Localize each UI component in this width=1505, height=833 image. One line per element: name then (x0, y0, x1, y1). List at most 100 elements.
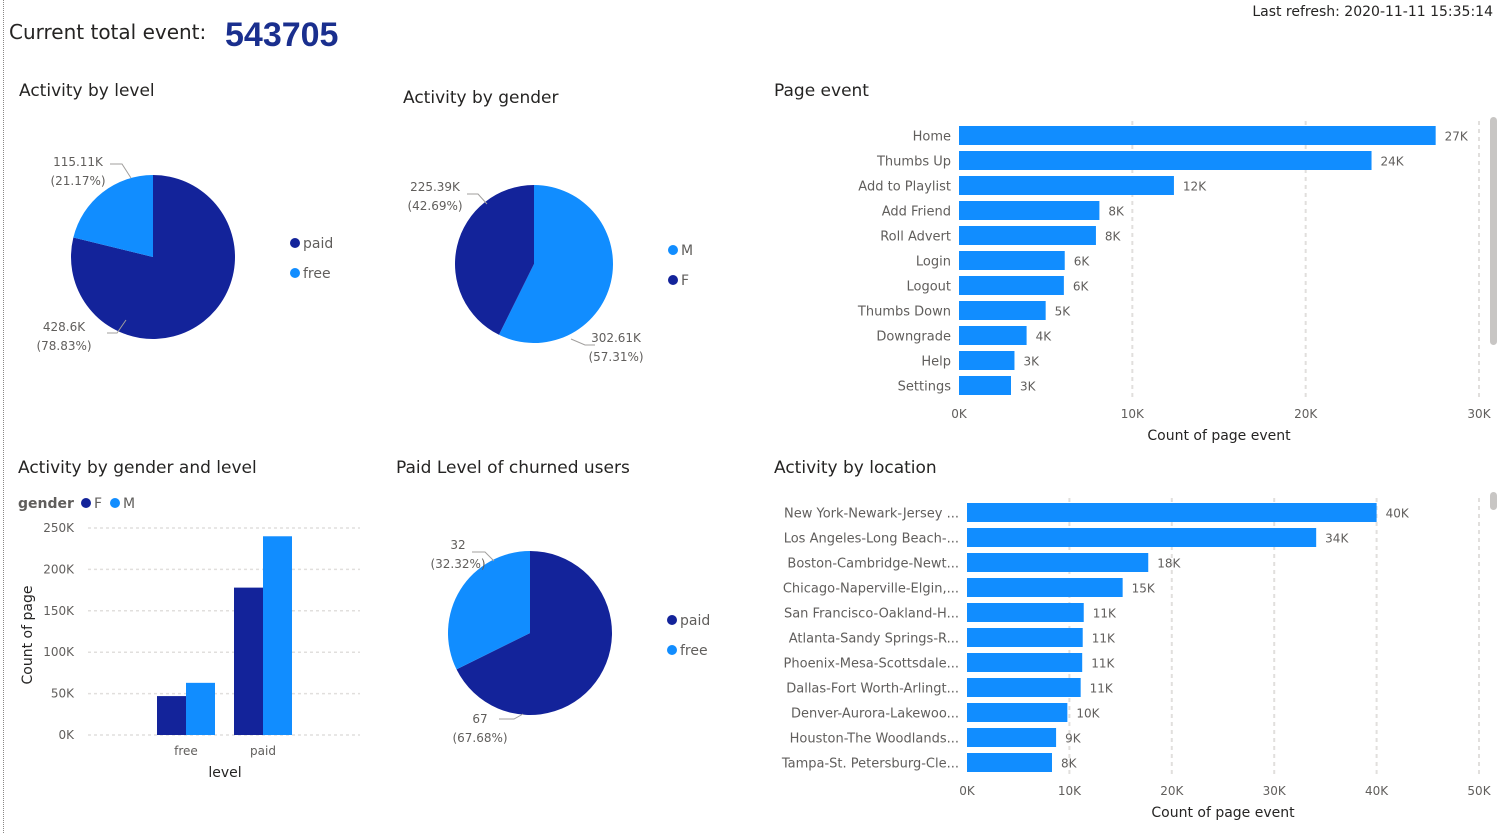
bar-7 (967, 678, 1081, 697)
bar-2 (967, 553, 1149, 572)
bar-1 (959, 151, 1372, 170)
category-label: Atlanta-Sandy Springs-R... (789, 632, 959, 647)
data-label: 4K (1036, 330, 1053, 344)
bar-chart-location: 0K 10K 20K 30K 40K 50K Count of page event New … (781, 498, 1492, 821)
bar-8 (967, 703, 1068, 722)
data-label-percent: (21.17%) (50, 174, 105, 188)
leader-line (499, 713, 524, 720)
data-label: 18K (1157, 557, 1181, 571)
category-label: Denver-Aurora-Lakewoo... (791, 707, 959, 722)
pie-chart-churned: 67 (67.68%) 32 (32.32%) paid free (430, 538, 710, 745)
data-label: 8K (1108, 205, 1125, 219)
category-label: Chicago-Naperville-Elgin,... (783, 582, 959, 597)
x-axis-title: level (208, 765, 241, 781)
leader-line (467, 193, 488, 205)
visual-page-event[interactable]: Page event 0K 10K 20K 30K Count of page even… (765, 75, 1500, 455)
kpi-label: Current total event: (9, 20, 207, 44)
y-tick-label: 200K (43, 562, 75, 576)
visual-activity-by-location[interactable]: Activity by location 0K 10K 20K 30K 40K 50K Co… (765, 452, 1500, 832)
data-label: 8K (1105, 230, 1122, 244)
pie-chart-level: 428.6K (78.83%) 115.11K (21.17%) paid free (36, 155, 333, 353)
x-axis-title: Count of page event (1151, 805, 1295, 821)
bar-2 (959, 176, 1174, 195)
visual-activity-by-gender-and-level[interactable]: Activity by gender and level 0K 50K 100K 15… (10, 452, 380, 782)
category-label: Thumbs Down (857, 305, 951, 320)
data-label: 12K (1183, 180, 1207, 194)
data-label: 5K (1055, 305, 1072, 319)
data-label-value: 67 (472, 712, 487, 726)
data-label-percent: (78.83%) (36, 339, 91, 353)
category-label: Help (921, 355, 951, 370)
visual-activity-by-gender[interactable]: Activity by gender 302.61K (57.31%) 225.39… (395, 82, 750, 422)
data-label: 10K (1076, 707, 1100, 721)
data-label: 9K (1065, 732, 1082, 746)
x-tick-label: 10K (1121, 407, 1145, 421)
data-label: 11K (1092, 632, 1116, 646)
data-label-value: 225.39K (410, 180, 461, 194)
bar-1 (967, 528, 1317, 547)
bar-7 (959, 301, 1046, 320)
bar-chart-page-event: 0K 10K 20K 30K Count of page event Home 27K Thu… (857, 121, 1492, 444)
column-M-paid (263, 536, 292, 735)
scrollbar[interactable] (1490, 492, 1497, 510)
data-label: 34K (1325, 532, 1349, 546)
visual-activity-by-level[interactable]: Activity by level 428.6K (78.83%) 115.11K(… (10, 75, 380, 425)
column-M-free (186, 682, 215, 735)
bar-0 (959, 126, 1436, 145)
data-label: 11K (1091, 657, 1115, 671)
legend-marker-F (81, 498, 91, 508)
legend-marker-free (667, 645, 677, 655)
data-label: 15K (1132, 582, 1156, 596)
y-axis-title: Count of page (20, 586, 36, 685)
data-label-percent: (67.68%) (452, 731, 507, 745)
category-label: Settings (898, 380, 952, 395)
category-label: Boston-Cambridge-Newt... (787, 557, 959, 572)
bar-6 (959, 276, 1064, 295)
x-tick-label: 0K (959, 784, 976, 798)
category-label: Tampa-St. Petersburg-Cle... (781, 757, 959, 772)
legend-marker-free (290, 268, 300, 278)
column-F-paid (234, 587, 263, 735)
bar-5 (959, 251, 1065, 270)
category-label: New York-Newark-Jersey ... (784, 507, 959, 522)
category-label: San Francisco-Oakland-H... (784, 607, 959, 622)
bar-0 (967, 503, 1377, 522)
x-tick-label: 30K (1467, 407, 1491, 421)
scrollbar[interactable] (1490, 117, 1497, 345)
leader-line (110, 163, 132, 179)
data-label: 6K (1073, 280, 1090, 294)
category-label: Roll Advert (880, 230, 951, 245)
category-label: Logout (906, 280, 951, 295)
data-label-percent: (57.31%) (588, 350, 643, 364)
legend-label-M: M (681, 243, 693, 259)
bar-4 (967, 603, 1084, 622)
visual-paid-level-churned[interactable]: Paid Level of churned users 67 (67.68%) 32… (390, 452, 750, 782)
category-label: Los Angeles-Long Beach-... (784, 532, 959, 547)
bar-3 (959, 201, 1100, 220)
x-tick-label: 20K (1294, 407, 1318, 421)
x-axis-title: Count of page event (1147, 428, 1291, 444)
legend-label-paid: paid (680, 613, 710, 629)
data-label: 24K (1381, 155, 1405, 169)
bar-3 (967, 578, 1123, 597)
data-label: 6K (1074, 255, 1091, 269)
last-refresh: Last refresh: 2020-11-11 15:35:14 (1252, 4, 1493, 20)
legend-label-free: free (303, 266, 331, 282)
category-label: Phoenix-Mesa-Scottsdale... (784, 657, 959, 672)
kpi-value: 543705 (225, 16, 339, 54)
bar-9 (959, 351, 1015, 370)
data-label: 3K (1023, 355, 1040, 369)
legend-label-F: F (94, 496, 102, 512)
pie-chart-gender: 302.61K (57.31%) 225.39K (42.69%) MF (407, 180, 693, 364)
bar-9 (967, 728, 1057, 747)
y-tick-label: 50K (51, 687, 75, 701)
category-label: Houston-The Woodlands... (790, 732, 959, 747)
data-label: 8K (1061, 757, 1078, 771)
legend-label-paid: paid (303, 236, 333, 252)
category-label: Thumbs Up (876, 155, 951, 170)
category-label: Login (916, 255, 951, 270)
x-tick-label: 10K (1058, 784, 1082, 798)
legend-title: gender (18, 496, 74, 512)
legend-marker-F (668, 275, 678, 285)
bar-5 (967, 628, 1083, 647)
